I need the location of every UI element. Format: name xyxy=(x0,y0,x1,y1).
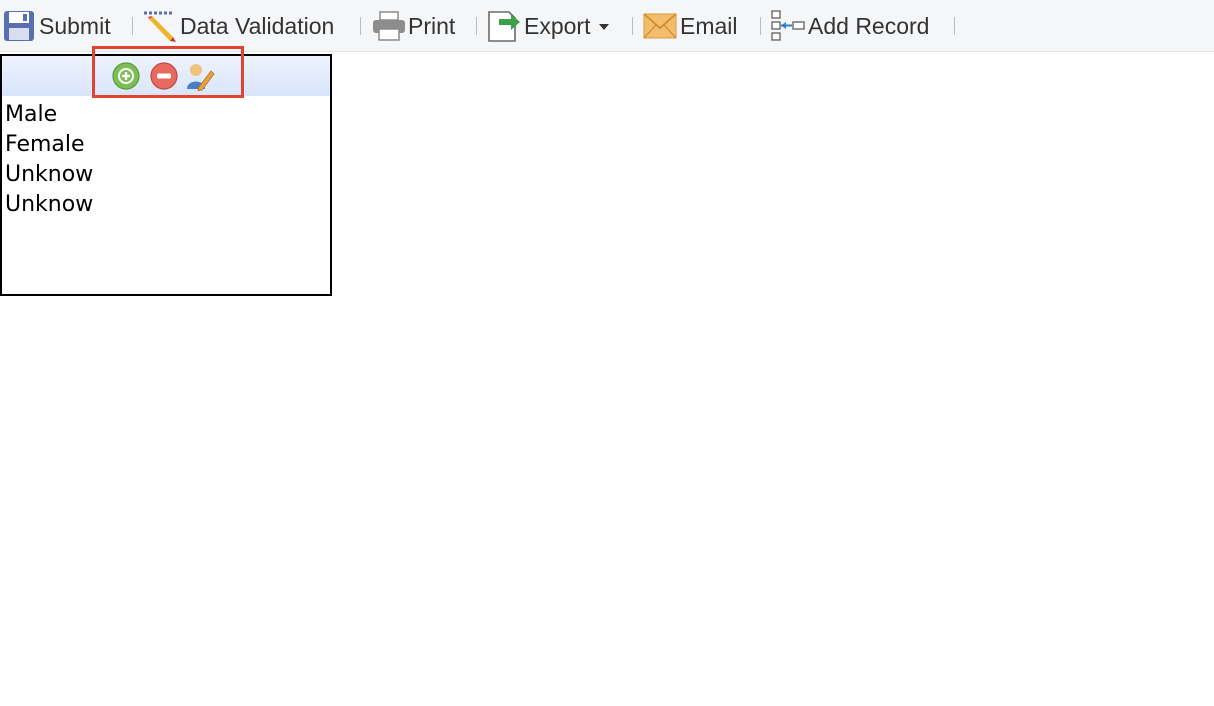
list-items: Male Female Unknow Unknow xyxy=(5,100,93,220)
toolbar-separator xyxy=(476,17,477,35)
add-record-label: Add Record xyxy=(808,12,930,39)
highlight-box xyxy=(92,46,244,98)
envelope-icon xyxy=(643,13,677,39)
email-button[interactable]: Email xyxy=(643,8,738,44)
toolbar-separator xyxy=(360,17,361,35)
export-button[interactable]: Export xyxy=(487,8,610,44)
list-item[interactable]: Unknow xyxy=(5,160,93,190)
data-validation-button[interactable]: Data Validation xyxy=(143,8,334,44)
data-validation-label: Data Validation xyxy=(180,12,335,39)
list-item[interactable]: Unknow xyxy=(5,190,93,220)
export-document-icon xyxy=(488,11,520,42)
printer-icon xyxy=(373,11,405,41)
print-label: Print xyxy=(408,12,456,39)
toolbar: Submit Data Validation Print Export Emai… xyxy=(0,0,1214,52)
toolbar-separator xyxy=(954,17,955,35)
list-item[interactable]: Female xyxy=(5,130,93,160)
print-button[interactable]: Print xyxy=(372,8,455,44)
export-label: Export xyxy=(524,12,591,39)
add-record-tree-icon xyxy=(771,10,805,41)
toolbar-separator xyxy=(632,17,633,35)
floppy-disk-icon xyxy=(4,11,34,41)
ruler-pencil-icon xyxy=(144,11,176,42)
chevron-down-icon[interactable] xyxy=(599,24,610,30)
toolbar-separator xyxy=(132,17,133,35)
toolbar-separator xyxy=(760,17,761,35)
submit-button[interactable]: Submit xyxy=(3,8,111,44)
email-label: Email xyxy=(680,12,738,39)
list-item[interactable]: Male xyxy=(5,100,93,130)
submit-label: Submit xyxy=(39,12,111,39)
add-record-button[interactable]: Add Record xyxy=(771,8,929,44)
